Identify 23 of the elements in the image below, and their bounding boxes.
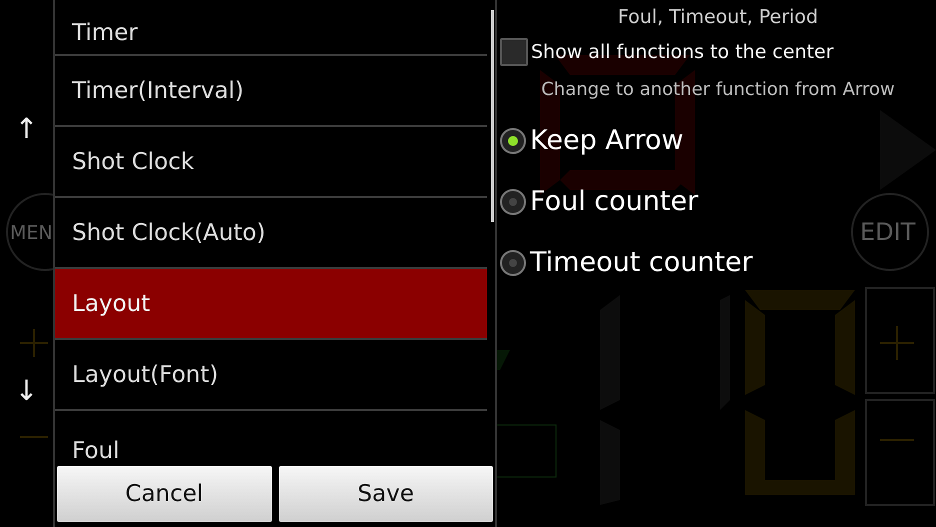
edit-label: EDIT: [860, 218, 916, 246]
radio-button[interactable]: [500, 250, 526, 276]
checkbox-label[interactable]: Show all functions to the center: [531, 41, 834, 63]
scroll-down-arrow[interactable]: ↓: [14, 374, 38, 408]
section-subtitle: Change to another function from Arrow: [540, 78, 896, 102]
menu-item[interactable]: Layout: [55, 269, 487, 340]
save-button[interactable]: Save: [278, 466, 493, 522]
menu-item[interactable]: Layout(Font): [55, 340, 487, 411]
checkbox[interactable]: [500, 38, 528, 66]
scrollbar[interactable]: [491, 10, 494, 222]
menu-item[interactable]: Timer(Interval): [55, 56, 487, 127]
cancel-button[interactable]: Cancel: [57, 466, 272, 522]
radio-label[interactable]: Foul counter: [530, 186, 698, 217]
radio-label[interactable]: Timeout counter: [530, 247, 753, 278]
radio-label[interactable]: Keep Arrow: [530, 125, 684, 156]
menu-item[interactable]: Foul: [55, 411, 487, 466]
menu-item[interactable]: Timer: [55, 0, 487, 56]
radio-button[interactable]: [500, 188, 526, 214]
scroll-up-arrow[interactable]: ↑: [14, 112, 38, 146]
menu-label: MEN: [10, 222, 53, 244]
radio-button[interactable]: [500, 128, 526, 154]
menu-item[interactable]: Shot Clock: [55, 127, 487, 198]
section-title: Foul, Timeout, Period: [616, 5, 820, 30]
